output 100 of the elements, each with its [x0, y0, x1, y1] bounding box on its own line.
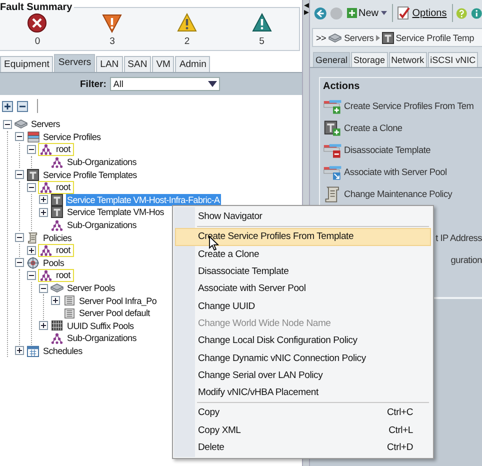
breadcrumb-link[interactable]: Servers: [344, 32, 374, 42]
expand-toggle[interactable]: [51, 296, 60, 306]
collapse-toggle[interactable]: [15, 258, 24, 268]
expand-toggle[interactable]: [27, 246, 36, 255]
server-icon: [50, 283, 64, 294]
new-button[interactable]: New: [346, 8, 388, 18]
hierarchy-icon: [40, 244, 52, 256]
detail-tab[interactable]: iSCSI vNIC: [428, 52, 478, 67]
menu-item[interactable]: Associate with Server Pool: [175, 280, 431, 298]
tree-item[interactable]: Service Profiles: [42, 130, 102, 143]
menu-item[interactable]: Delete Ctrl+D: [175, 438, 431, 456]
warning-fault-icon: [252, 13, 272, 33]
collapse-toggle[interactable]: [15, 132, 24, 142]
detail-tab[interactable]: Network: [388, 52, 427, 67]
server-pool-icon: [64, 295, 74, 306]
fault-count: 0: [34, 36, 40, 47]
nav-tab[interactable]: SAN: [124, 56, 152, 72]
info-icon[interactable]: [470, 6, 482, 20]
menu-item[interactable]: Modify vNIC/vHBA Placement: [175, 384, 431, 402]
tree-item[interactable]: Sub-Organizations: [66, 332, 138, 344]
tree-item[interactable]: root: [55, 143, 72, 156]
tree-item[interactable]: Pools: [42, 256, 66, 269]
tree-item[interactable]: Policies: [42, 232, 73, 244]
caret-icon: [208, 81, 218, 87]
breadcrumb-prefix: >>: [316, 32, 326, 42]
action-link[interactable]: Create a Clone: [344, 123, 402, 133]
action-link[interactable]: guration: [450, 255, 482, 265]
menu-item[interactable]: Change Local Disk Configuration Policy: [175, 332, 431, 350]
panel-title: Fault Summary: [0, 2, 74, 13]
action-link[interactable]: Create Service Profiles From Tem: [344, 101, 474, 111]
tree-item[interactable]: Service Profile Templates: [42, 168, 138, 181]
template-icon: [51, 194, 63, 206]
expand-toggle[interactable]: [15, 346, 24, 356]
hierarchy-icon: [40, 270, 52, 281]
group-title: Actions: [323, 81, 361, 92]
expand-toggle[interactable]: [39, 195, 48, 204]
tree-item[interactable]: root: [55, 181, 72, 194]
back-icon[interactable]: [314, 4, 327, 22]
expand-toggle[interactable]: [39, 208, 48, 217]
menu-item[interactable]: Disassociate Template: [175, 262, 431, 280]
collapse-toggle[interactable]: [39, 284, 48, 293]
menu-item[interactable]: Create Service Profiles From Template: [175, 228, 431, 246]
major-fault-icon: [102, 13, 122, 33]
options-button[interactable]: Options: [396, 6, 448, 20]
menu-item[interactable]: Copy Ctrl+C: [175, 404, 431, 422]
collapse-toggle[interactable]: [27, 182, 36, 192]
collapse-toggle[interactable]: [3, 120, 12, 129]
plus-icon: [346, 8, 356, 18]
tree-item[interactable]: Server Pool default: [78, 307, 151, 320]
profile-remove-icon: [323, 142, 343, 158]
template-icon: [27, 168, 39, 181]
menu-item[interactable]: Copy XML Ctrl+L: [175, 422, 431, 439]
action-link[interactable]: Associate with Server Pool: [344, 167, 447, 177]
action-link[interactable]: Change Maintenance Policy: [344, 189, 452, 199]
detail-tab[interactable]: General: [313, 52, 350, 67]
tree-item[interactable]: root: [55, 244, 72, 256]
menu-item[interactable]: Change Serial over LAN Policy: [175, 366, 431, 384]
menu-item[interactable]: Show Navigator: [175, 208, 431, 226]
filter-dropdown[interactable]: All: [110, 77, 220, 91]
action-link[interactable]: t IP Address: [436, 233, 482, 243]
profile-stack-icon: [26, 130, 40, 143]
tree-item[interactable]: Schedules: [42, 344, 84, 357]
critical-fault-icon: [27, 13, 48, 33]
menu-item[interactable]: Change UUID: [175, 297, 431, 315]
collapse-toggle[interactable]: [27, 144, 36, 154]
detail-tab[interactable]: Storage: [351, 52, 388, 67]
tree-item[interactable]: Servers: [30, 118, 61, 130]
action-link[interactable]: Disassociate Template: [344, 145, 430, 155]
breadcrumb-link[interactable]: Service Profile Temp: [396, 32, 474, 42]
tree-item[interactable]: Sub-Organizations: [66, 156, 138, 168]
collapse-toggle[interactable]: [15, 233, 24, 242]
collapse-all-icon[interactable]: [17, 100, 28, 112]
tree-item[interactable]: UUID Suffix Pools: [66, 320, 135, 332]
nav-tab[interactable]: LAN: [96, 56, 123, 72]
collapse-arrows-icon[interactable]: [304, 3, 308, 15]
checklist-icon: [397, 6, 410, 20]
nav-tab[interactable]: Servers: [54, 54, 96, 72]
nav-tab[interactable]: VM: [152, 56, 174, 72]
expand-all-icon[interactable]: [2, 100, 13, 112]
collapse-toggle[interactable]: [27, 270, 36, 280]
tree-item[interactable]: root: [55, 269, 72, 282]
calendar-icon: [27, 344, 39, 357]
fault-count: 5: [259, 36, 264, 47]
tree-item[interactable]: Sub-Organizations: [66, 219, 138, 232]
collapse-toggle[interactable]: [15, 170, 24, 180]
menu-item[interactable]: Create a Clone: [175, 246, 431, 263]
nav-tab[interactable]: Admin: [175, 56, 210, 72]
server-pool-icon: [64, 308, 74, 319]
caret-icon: [380, 11, 387, 15]
template-add-icon: [323, 120, 343, 136]
tree-item[interactable]: Server Pool Infra_Po: [78, 294, 158, 307]
grid-icon: [51, 320, 63, 332]
target-icon: [27, 256, 39, 269]
expand-toggle[interactable]: [39, 321, 48, 330]
tree-item[interactable]: Service Template VM-Hos: [66, 206, 165, 218]
hierarchy-icon: [51, 156, 63, 168]
tree-item[interactable]: Server Pools: [66, 282, 116, 294]
menu-item[interactable]: Change Dynamic vNIC Connection Policy: [175, 349, 431, 367]
hierarchy-icon: [40, 144, 52, 155]
nav-tab[interactable]: Equipment: [0, 56, 54, 72]
